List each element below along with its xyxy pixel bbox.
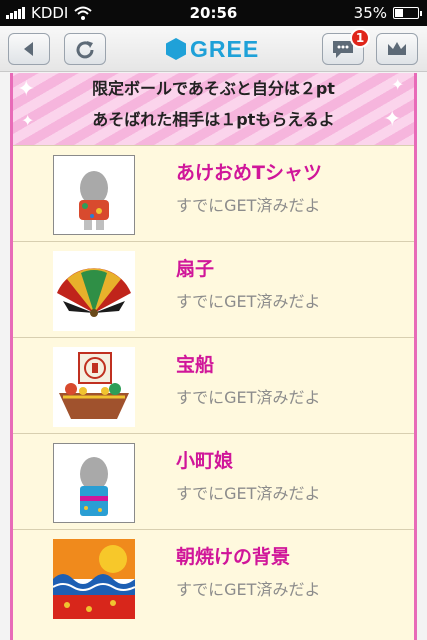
sunrise-background-thumbnail — [52, 539, 136, 619]
info-banner: ✦ ✦ ✦ ✦ 限定ボールであそぶと自分は２pt あそばれた相手は１ptもらえる… — [10, 73, 417, 145]
item-status: すでにGET済みだよ — [176, 388, 321, 407]
banner-line-2: あそばれた相手は１ptもらえるよ — [92, 110, 335, 129]
avatar-kimono-thumbnail — [53, 443, 135, 523]
list-item[interactable]: 小町娘 すでにGET済みだよ — [13, 433, 414, 529]
avatar-shirt-thumbnail — [53, 155, 135, 235]
item-name: あけおめTシャツ — [176, 162, 322, 184]
item-status: すでにGET済みだよ — [176, 484, 321, 503]
crown-button[interactable] — [376, 33, 418, 65]
reload-icon — [76, 41, 94, 59]
back-button[interactable] — [8, 33, 50, 65]
gree-logo[interactable]: GREE — [166, 35, 266, 63]
item-name: 扇子 — [176, 258, 215, 280]
avatar-shirt-icon — [79, 171, 109, 230]
back-arrow-icon — [24, 42, 33, 56]
fan-icon — [57, 268, 131, 317]
treasure-ship-thumbnail — [53, 347, 135, 427]
gree-logo-icon — [166, 38, 186, 60]
battery-icon — [393, 7, 422, 19]
list-item[interactable]: 朝焼けの背景 すでにGET済みだよ — [13, 529, 414, 625]
list-item[interactable]: 宝船 すでにGET済みだよ — [13, 337, 414, 433]
app-toolbar: GREE 1 — [0, 26, 427, 72]
item-status: すでにGET済みだよ — [176, 580, 321, 599]
status-bar: KDDI 20:56 35% — [0, 0, 427, 26]
sunrise-background-icon — [52, 539, 136, 619]
fan-thumbnail — [53, 251, 135, 331]
notification-badge: 1 — [350, 28, 370, 48]
logo-text: GREE — [190, 35, 260, 62]
item-name: 宝船 — [176, 354, 215, 376]
item-status: すでにGET済みだよ — [176, 196, 321, 215]
item-name: 朝焼けの背景 — [176, 546, 291, 568]
treasure-ship-icon — [59, 352, 129, 419]
item-status: すでにGET済みだよ — [176, 292, 321, 311]
battery-percent: 35% — [353, 4, 387, 22]
item-name: 小町娘 — [176, 450, 234, 472]
item-list: あけおめTシャツ すでにGET済みだよ 扇子 すでにGET済みだよ 宝船 すでに… — [10, 145, 417, 640]
reload-button[interactable] — [64, 33, 106, 65]
status-right: 35% — [353, 4, 422, 22]
avatar-kimono-icon — [80, 457, 108, 516]
list-item[interactable]: 扇子 すでにGET済みだよ — [13, 241, 414, 337]
list-item[interactable]: あけおめTシャツ すでにGET済みだよ — [13, 145, 414, 241]
crown-icon — [388, 42, 406, 55]
messages-button[interactable]: 1 — [322, 28, 370, 65]
banner-line-1: 限定ボールであそぶと自分は２pt — [92, 79, 335, 98]
